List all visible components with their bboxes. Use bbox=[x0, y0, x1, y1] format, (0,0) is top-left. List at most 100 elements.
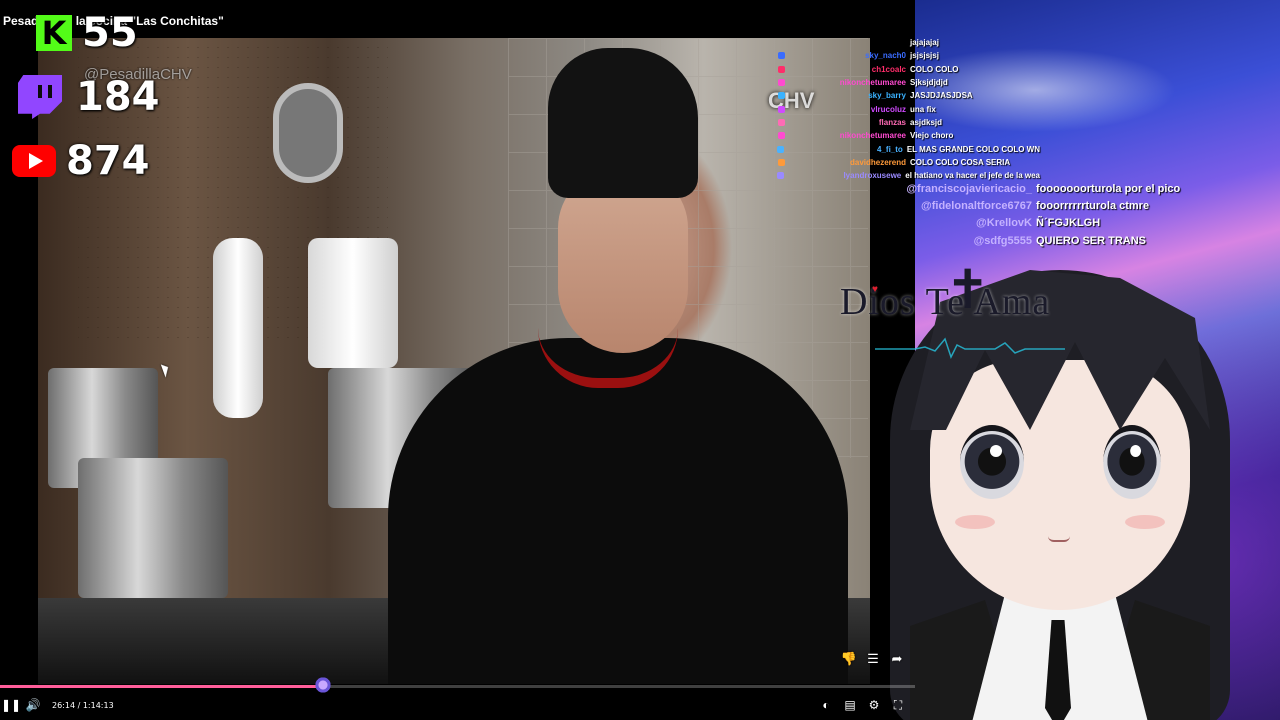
chat-text: el hatiano va hacer el jefe de la wea bbox=[905, 171, 1040, 181]
chat-text: fooorrrrrrturola ctmre bbox=[1036, 199, 1150, 212]
chat-message: flanzas asjdksjd bbox=[740, 116, 1040, 129]
kick-icon: K bbox=[36, 14, 72, 52]
chat-message: @fidelonaltforce6767 fooorrrrrrturola ctm… bbox=[870, 197, 1270, 214]
chat-text: asjdksjd bbox=[910, 117, 943, 127]
chat-badges bbox=[740, 172, 787, 180]
avatar-blush-right bbox=[1125, 515, 1165, 529]
chat-badge-icon bbox=[778, 105, 785, 113]
chat-text: jsjsjsjsj bbox=[910, 51, 939, 61]
twitch-viewers: 184 bbox=[18, 74, 160, 120]
chat-message: davidhezerend COLO COLO COSA SERIA bbox=[740, 156, 1040, 169]
chat-message: @KrellovK Ñ´FGJKLGH bbox=[870, 215, 1270, 232]
pause-icon[interactable]: ❚❚ bbox=[0, 694, 22, 716]
chat-username[interactable]: 4_fi_to bbox=[787, 145, 907, 154]
avatar-left-eye bbox=[960, 425, 1024, 499]
avatar-blush-left bbox=[955, 515, 995, 529]
chat-username[interactable]: lyandroxusewe bbox=[787, 171, 906, 180]
chat-message: vlrucoluz una fix bbox=[740, 102, 1040, 115]
chat-text: COLO COLO COSA SERIA bbox=[910, 157, 1011, 167]
chat-badge-icon bbox=[778, 118, 785, 126]
chat-text: jajajajaj bbox=[910, 38, 939, 48]
chat-username[interactable]: nikonchetumaree bbox=[788, 78, 910, 87]
bowl-stack bbox=[308, 238, 398, 368]
chat-badges bbox=[740, 79, 788, 87]
pressure-cooker bbox=[78, 458, 228, 598]
twitch-count: 184 bbox=[76, 74, 160, 120]
chat-badges bbox=[740, 92, 788, 100]
chat-text: EL MAS GRANDE COLO COLO WN bbox=[906, 144, 1040, 154]
chat-message: nikonchetumaree Viejo choro bbox=[740, 129, 1040, 142]
chat-text: Ñ´FGJKLGH bbox=[1036, 217, 1101, 230]
settings-icon[interactable]: ⚙ bbox=[863, 694, 885, 716]
player-controls: ❚❚ 🔊 26:14 / 1:14:13 ◐ ▤ ⚙ ⛶ bbox=[0, 690, 915, 720]
volume-icon[interactable]: 🔊 bbox=[22, 694, 44, 716]
time-display: 26:14 / 1:14:13 bbox=[52, 700, 114, 710]
hanging-ladle bbox=[273, 83, 343, 183]
chat-text: Viejo choro bbox=[910, 131, 954, 141]
chat-message: ch1coalc COLO COLO bbox=[740, 63, 1040, 76]
chat-username[interactable]: @franciscojaviericacio_ bbox=[870, 183, 1036, 195]
chat-badge-icon bbox=[778, 132, 785, 140]
chef-jacket bbox=[388, 338, 848, 684]
chat-badges bbox=[740, 158, 788, 166]
kick-count: 55 bbox=[82, 10, 138, 56]
chat-username[interactable]: @fidelonaltforce6767 bbox=[870, 200, 1036, 212]
chef-hat bbox=[548, 48, 698, 198]
plate-stack bbox=[213, 238, 263, 418]
share-icon[interactable]: ➦ bbox=[888, 650, 906, 668]
chat-username[interactable]: nikonchetumaree bbox=[788, 131, 910, 140]
youtube-count: 874 bbox=[66, 138, 150, 184]
chat-badge-icon bbox=[778, 158, 785, 166]
chat-message: @franciscojaviericacio_ fooooooorturola p… bbox=[870, 180, 1270, 197]
chat-badge-icon bbox=[778, 92, 785, 100]
dislike-icon[interactable]: 👎 bbox=[840, 650, 858, 668]
chat-text: JASJDJASJDSA bbox=[910, 91, 973, 101]
autoplay-toggle-icon[interactable]: ◐ bbox=[815, 694, 837, 716]
heartbeat-line-icon bbox=[875, 337, 1065, 359]
fullscreen-icon[interactable]: ⛶ bbox=[887, 694, 909, 716]
youtube-viewers: 874 bbox=[12, 138, 150, 184]
avatar-right-eye bbox=[1103, 425, 1161, 499]
chat-badge-icon bbox=[776, 172, 784, 180]
chat-badges bbox=[740, 118, 788, 126]
chat-username[interactable]: sky_nach0 bbox=[788, 51, 910, 60]
chat-message: @sdfg5555 QUIERO SER TRANS bbox=[870, 232, 1270, 249]
chat-badge-icon bbox=[778, 79, 785, 87]
chat-badge-icon bbox=[777, 145, 785, 153]
chat-overlay: jajajajaj sky_nach0 jsjsjsjsj ch1coalc COLO … bbox=[740, 36, 1040, 182]
chat-username[interactable]: @KrellovK bbox=[870, 217, 1036, 229]
progress-fill bbox=[0, 685, 323, 688]
chat-badge-icon bbox=[778, 52, 785, 60]
chat-overlay-secondary: @franciscojaviericacio_ fooooooorturola p… bbox=[870, 180, 1270, 249]
chat-text: fooooooorturola por el pico bbox=[1036, 182, 1181, 195]
stream-overlay: Pesadilla en la cocina "Las Conchitas" @… bbox=[0, 0, 1280, 720]
chat-message: nikonchetumaree Sjksjdjdjd bbox=[740, 76, 1040, 89]
subtitles-icon[interactable]: ▤ bbox=[839, 694, 861, 716]
progress-bar[interactable] bbox=[0, 676, 915, 694]
chat-badges bbox=[740, 145, 787, 153]
chat-badges bbox=[740, 105, 788, 113]
chat-message: sky_nach0 jsjsjsjsj bbox=[740, 49, 1040, 62]
avatar-mouth bbox=[1048, 536, 1070, 542]
chat-text: Sjksjdjdjd bbox=[910, 78, 948, 88]
chat-text: QUIERO SER TRANS bbox=[1036, 234, 1147, 247]
chat-username[interactable]: davidhezerend bbox=[788, 158, 910, 167]
chat-username[interactable]: ch1coalc bbox=[788, 65, 910, 74]
chat-message: sky_barry JASJDJASJDSA bbox=[740, 89, 1040, 102]
chat-username[interactable]: sky_barry bbox=[788, 91, 910, 100]
chat-text: COLO COLO bbox=[910, 64, 959, 74]
chat-message: jajajajaj bbox=[740, 36, 1040, 49]
chat-badges bbox=[740, 52, 788, 60]
chat-badges bbox=[740, 132, 788, 140]
youtube-icon bbox=[12, 145, 56, 177]
kick-viewers: K 55 bbox=[36, 10, 138, 56]
chat-username[interactable]: @sdfg5555 bbox=[870, 235, 1036, 247]
twitch-icon bbox=[18, 75, 62, 119]
comment-icon[interactable]: ☰ bbox=[864, 650, 882, 668]
chat-username[interactable]: flanzas bbox=[788, 118, 910, 127]
chat-badge-icon bbox=[778, 65, 785, 73]
chat-username[interactable]: vlrucoluz bbox=[788, 105, 910, 114]
video-actions: 👎 ☰ ➦ bbox=[840, 650, 906, 668]
chat-message: 4_fi_to EL MAS GRANDE COLO COLO WN bbox=[740, 142, 1040, 155]
chat-badges bbox=[740, 65, 788, 73]
